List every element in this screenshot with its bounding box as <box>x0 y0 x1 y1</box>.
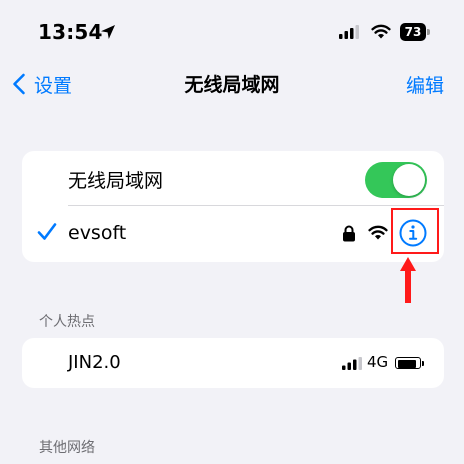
status-bar: 13:54 73 <box>0 0 464 60</box>
network-name: evsoft <box>68 222 127 244</box>
status-time: 13:54 <box>38 20 103 44</box>
hotspot-device-name: JIN2.0 <box>68 352 121 373</box>
battery-icon: 73 <box>400 23 430 41</box>
toggle-knob <box>393 164 425 196</box>
hotspot-section-header: 个人热点 <box>39 314 95 330</box>
back-button-label: 设置 <box>34 74 73 97</box>
wifi-status-icon <box>371 24 391 39</box>
wifi-toggle-row: 无线局域网 <box>22 151 444 205</box>
network-type-label: 4G <box>367 353 389 371</box>
battery-icon <box>395 357 427 371</box>
battery-level: 73 <box>400 23 426 41</box>
wifi-signal-icon <box>368 225 388 240</box>
connected-network-row[interactable]: evsoft <box>22 205 444 262</box>
cellular-signal-icon <box>339 25 359 39</box>
wifi-toggle[interactable] <box>365 162 427 198</box>
other-networks-header: 其他网络 <box>39 440 95 456</box>
wifi-toggle-label: 无线局域网 <box>68 170 164 192</box>
location-arrow-icon <box>101 25 115 39</box>
annotation-arrow-icon <box>400 257 416 303</box>
back-button[interactable]: 设置 <box>12 68 72 100</box>
info-icon[interactable] <box>398 218 428 248</box>
lock-icon <box>343 225 355 242</box>
cellular-signal-icon <box>342 357 362 370</box>
checkmark-icon <box>37 223 57 240</box>
wifi-card: 无线局域网 evsoft <box>22 151 444 262</box>
hotspot-row[interactable]: JIN2.0 4G <box>22 338 444 388</box>
edit-button[interactable]: 编辑 <box>406 71 444 98</box>
chevron-left-icon <box>13 73 25 95</box>
